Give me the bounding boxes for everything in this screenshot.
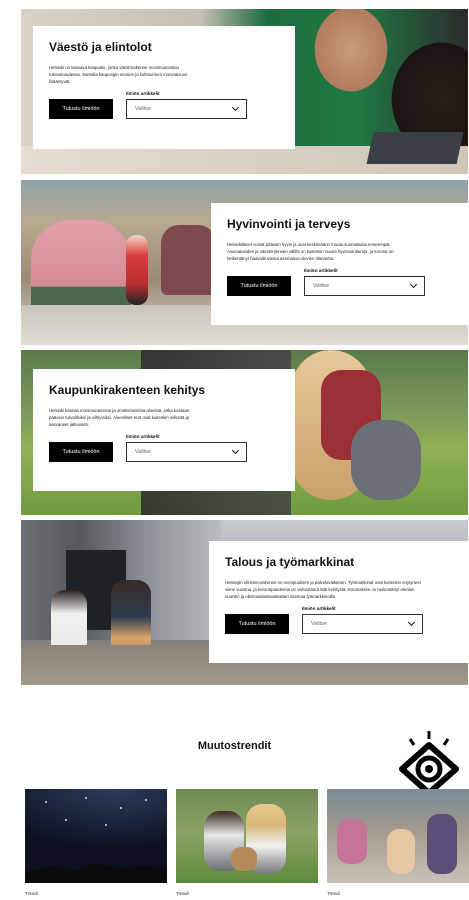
trend-image[interactable]: [327, 789, 469, 883]
section-hyvinvointi: Hyvinvointi ja terveys Helsinkiläiset vo…: [21, 180, 468, 345]
explore-button[interactable]: Tutustu ilmiöön: [49, 442, 113, 462]
explore-button[interactable]: Tutustu ilmiöön: [225, 614, 289, 634]
section-title: Hyvinvointi ja terveys: [227, 217, 351, 231]
section-vaesto: Väestö ja elintolot Helsinki on kasvava …: [21, 9, 468, 174]
select-label: Ilmiön artikkelit: [304, 268, 338, 273]
section-title: Kaupunkirakenteen kehitys: [49, 383, 206, 397]
section-text: Helsinki kasvaa monimuotoisista ja omale…: [49, 408, 190, 427]
section-card: Väestö ja elintolot Helsinki on kasvava …: [33, 26, 295, 149]
section-text: Helsinki on kasvava kaupunki, jonka väes…: [49, 65, 188, 84]
trend-image[interactable]: [176, 789, 318, 883]
section-text: Helsingin elinkeinorakenne on monipuolin…: [225, 580, 421, 599]
articles-select[interactable]: Valitse: [126, 99, 247, 119]
select-value: Valitse: [311, 621, 328, 627]
select-value: Valitse: [135, 106, 152, 112]
trend-image[interactable]: [25, 789, 167, 883]
select-label: Ilmiön artikkelit: [126, 91, 160, 96]
trend-caption: Trendi: [176, 891, 189, 896]
articles-select[interactable]: Valitse: [304, 276, 425, 296]
select-value: Valitse: [313, 283, 330, 289]
section-card: Talous ja työmarkkinat Helsingin elinkei…: [209, 541, 468, 663]
section-title: Talous ja työmarkkinat: [225, 555, 355, 569]
chevron-down-icon: [231, 103, 240, 112]
section-title: Väestö ja elintolot: [49, 40, 152, 54]
section-card: Hyvinvointi ja terveys Helsinkiläiset vo…: [211, 203, 468, 325]
chevron-down-icon: [231, 446, 240, 455]
trend-caption: Trendi: [25, 891, 38, 896]
select-label: Ilmiön artikkelit: [302, 606, 336, 611]
section-talous: Talous ja työmarkkinat Helsingin elinkei…: [21, 520, 468, 685]
select-value: Valitse: [135, 449, 152, 455]
select-label: Ilmiön artikkelit: [126, 434, 160, 439]
explore-button[interactable]: Tutustu ilmiöön: [49, 99, 113, 119]
section-card: Kaupunkirakenteen kehitys Helsinki kasva…: [33, 369, 295, 491]
explore-button[interactable]: Tutustu ilmiöön: [227, 276, 291, 296]
articles-select[interactable]: Valitse: [302, 614, 423, 634]
chevron-down-icon: [407, 618, 416, 627]
trend-caption: Trendi: [327, 891, 340, 896]
articles-select[interactable]: Valitse: [126, 442, 247, 462]
chevron-down-icon: [409, 280, 418, 289]
section-kaupunkirakenne: Kaupunkirakenteen kehitys Helsinki kasva…: [21, 350, 468, 515]
section-text: Helsinkiläiset voivat pääosin hyvin ja o…: [227, 242, 394, 261]
